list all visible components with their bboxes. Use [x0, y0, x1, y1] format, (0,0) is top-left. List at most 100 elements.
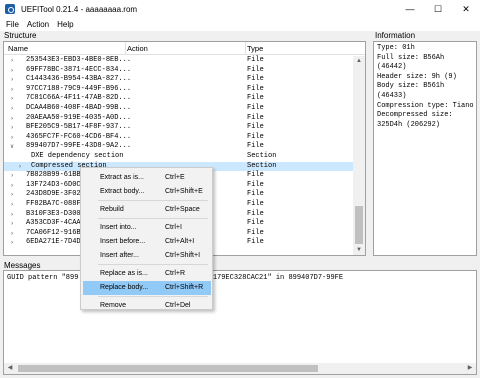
tree-row-name: C1443436-B954-43BA-827...	[26, 75, 132, 84]
tree-row-name: 6EDA271E-7D4D	[26, 238, 81, 247]
chevron-right-icon[interactable]: ›	[8, 94, 16, 104]
minimize-button[interactable]: —	[396, 0, 424, 18]
scroll-down-arrow-icon[interactable]: ▼	[353, 245, 365, 255]
context-menu-item-label: Insert after...	[100, 252, 139, 259]
tree-row-type: File	[247, 132, 264, 141]
tree-vertical-scrollbar[interactable]: ▲ ▼	[353, 56, 365, 255]
tree-row[interactable]: › 253543E3-EBD3-4BE0-8EB... File	[4, 56, 354, 66]
info-line: Body size: B561h	[377, 82, 445, 91]
tree-row-type: File	[247, 209, 264, 218]
menu-file[interactable]: File	[2, 20, 23, 29]
menu-separator	[98, 218, 208, 219]
tree-row-name: A353CD3F-4CAA	[26, 219, 81, 228]
maximize-button[interactable]: ☐	[424, 0, 452, 18]
context-menu-item[interactable]: Rebuild Ctrl+Space	[83, 203, 211, 217]
menu-action[interactable]: Action	[23, 20, 53, 29]
messages-horizontal-scrollbar[interactable]: ◀ ▶	[4, 363, 476, 374]
tree-row[interactable]: › 97CC7188-79C9-449F-B96... File	[4, 85, 354, 95]
chevron-right-icon[interactable]: ›	[16, 162, 24, 172]
tree-row-type: File	[247, 171, 264, 180]
chevron-right-icon[interactable]: ›	[8, 200, 16, 210]
tree-row-type: File	[247, 142, 264, 151]
scroll-thumb[interactable]	[18, 365, 318, 372]
context-menu-item-label: Extract as is...	[100, 174, 144, 181]
context-menu-item-label: Extract body...	[100, 188, 145, 195]
tree-row-name: 243D8D9E-3F02	[26, 190, 81, 199]
chevron-right-icon[interactable]: ›	[8, 56, 16, 66]
scroll-up-arrow-icon[interactable]: ▲	[353, 56, 365, 67]
context-menu-item-shortcut: Ctrl+I	[165, 224, 182, 231]
tree-row[interactable]: › BFE205C9-5B17-4F8F-937... File	[4, 123, 354, 133]
app-icon	[5, 4, 15, 14]
context-menu-item[interactable]: Replace as is... Ctrl+R	[83, 267, 211, 281]
chevron-right-icon[interactable]: ›	[8, 171, 16, 181]
tree-row-type: File	[247, 180, 264, 189]
tree-row-type: File	[247, 199, 264, 208]
tree-row-type: File	[247, 113, 264, 122]
messages-panel[interactable]: GUID pattern "899 " found as "D7079489FE…	[3, 270, 477, 375]
menu-help[interactable]: Help	[53, 20, 77, 29]
info-line: Type: 01h	[377, 44, 415, 52]
tree-row-type: File	[247, 190, 264, 199]
scroll-thumb[interactable]	[355, 206, 363, 244]
chevron-right-icon[interactable]: ›	[8, 219, 16, 229]
tree-row[interactable]: › DCAA4B60-408F-4BAD-99B... File	[4, 104, 354, 114]
context-menu-item-label: Insert before...	[100, 238, 146, 245]
chevron-right-icon[interactable]: ›	[8, 229, 16, 239]
chevron-right-icon[interactable]: ›	[8, 133, 16, 143]
tree-row-name: DXE dependency section	[31, 151, 124, 160]
window-title: UEFITool 0.21.4 - aaaaaaaa.rom	[21, 4, 138, 14]
chevron-right-icon[interactable]: ›	[8, 114, 16, 124]
menu-bar: File Action Help	[0, 18, 480, 31]
context-menu-item-label: Replace as is...	[100, 270, 148, 277]
tree-row-type: File	[247, 123, 264, 132]
tree-row-name: DCAA4B60-408F-4BAD-99B...	[26, 103, 132, 112]
context-menu-item[interactable]: Extract body... Ctrl+Shift+E	[83, 185, 211, 199]
scroll-right-arrow-icon[interactable]: ▶	[464, 363, 476, 374]
structure-label: Structure	[4, 31, 37, 40]
close-button[interactable]: ✕	[452, 0, 480, 18]
tree-row-name: 4365FC7F-FC60-4CD6-BF4...	[26, 132, 132, 141]
info-line: Header size: 9h (9)	[377, 72, 457, 81]
tree-row[interactable]: › 20AEAA50-919E-4035-A0D... File	[4, 114, 354, 124]
tree-header: Name Action Type	[4, 42, 365, 55]
tree-row-type: File	[247, 94, 264, 103]
tree-row-name: BFE205C9-5B17-4F8F-937...	[26, 123, 132, 132]
context-menu-item[interactable]: Remove Ctrl+Del	[83, 299, 211, 313]
chevron-right-icon[interactable]: ›	[8, 85, 16, 95]
tree-row-type: Section	[247, 151, 277, 160]
context-menu-item[interactable]: Insert after... Ctrl+Shift+I	[83, 249, 211, 263]
tree-row[interactable]: › 69FF78BC-3871-4ECC-834... File	[4, 66, 354, 76]
column-header-type[interactable]: Type	[247, 44, 263, 53]
tree-row[interactable]: › 4365FC7F-FC60-4CD6-BF4... File	[4, 133, 354, 143]
context-menu-item[interactable]: Insert into... Ctrl+I	[83, 221, 211, 235]
tree-row-name: 253543E3-EBD3-4BE0-8EB...	[26, 56, 132, 64]
context-menu-item[interactable]: Replace body... Ctrl+Shift+R	[83, 281, 211, 295]
tree-row-name: 20AEAA50-919E-4035-A0D...	[26, 113, 132, 122]
chevron-right-icon[interactable]: ›	[8, 123, 16, 133]
chevron-right-icon[interactable]: ›	[8, 190, 16, 200]
context-menu-item-shortcut: Ctrl+Shift+R	[165, 284, 204, 291]
information-panel: Type: 01h Full size: B56Ah (46442) Header s…	[373, 41, 477, 256]
context-menu-item-shortcut: Ctrl+Shift+I	[165, 252, 201, 259]
column-header-action[interactable]: Action	[127, 44, 148, 53]
tree-row[interactable]: › C1443436-B954-43BA-827... File	[4, 75, 354, 85]
tree-row[interactable]: DXE dependency section Section	[4, 152, 354, 162]
scroll-left-arrow-icon[interactable]: ◀	[4, 363, 16, 374]
tree-row-type: File	[247, 65, 264, 74]
chevron-down-icon[interactable]: ∨	[8, 142, 16, 152]
context-menu-item[interactable]: Insert before... Ctrl+Alt+I	[83, 235, 211, 249]
tree-row[interactable]: › 7C81C66A-4F11-47AB-82D... File	[4, 94, 354, 104]
tree-row[interactable]: ∨ 899407D7-99FE-43D8-9A2... File	[4, 142, 354, 152]
column-header-name[interactable]: Name	[8, 44, 28, 53]
chevron-right-icon[interactable]: ›	[8, 75, 16, 85]
chevron-right-icon[interactable]: ›	[8, 238, 16, 248]
title-bar: UEFITool 0.21.4 - aaaaaaaa.rom — ☐ ✕	[0, 0, 480, 18]
tree-row-type: File	[247, 56, 264, 64]
chevron-right-icon[interactable]: ›	[8, 181, 16, 191]
chevron-right-icon[interactable]: ›	[8, 66, 16, 76]
context-menu-item-shortcut: Ctrl+R	[165, 270, 186, 277]
chevron-right-icon[interactable]: ›	[8, 210, 16, 220]
context-menu-item[interactable]: Extract as is... Ctrl+E	[83, 171, 211, 185]
chevron-right-icon[interactable]: ›	[8, 104, 16, 114]
